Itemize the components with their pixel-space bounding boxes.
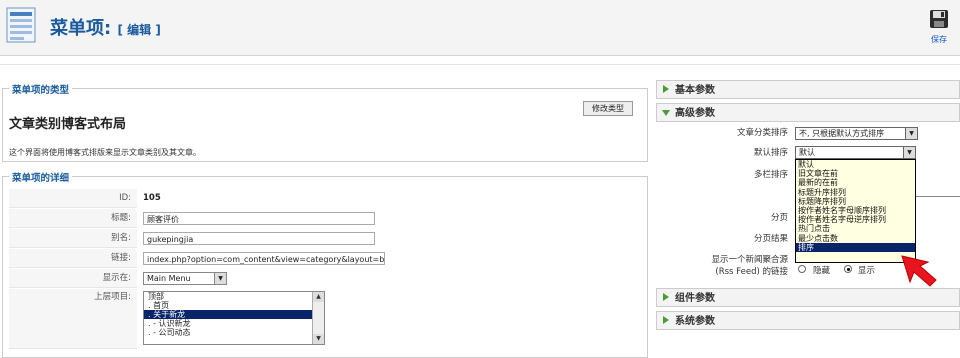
- panel-advanced-params-label: 高级参数: [675, 108, 715, 119]
- list-item[interactable]: . 首页: [144, 301, 324, 310]
- link-label: 链接:: [9, 249, 137, 268]
- link-input[interactable]: index.php?option=com_content&view=catego…: [143, 252, 385, 265]
- chevron-down-icon: ▼: [905, 128, 917, 139]
- collapse-triangle-icon: [662, 110, 670, 116]
- panel-system-params-label: 系统参数: [675, 316, 715, 327]
- save-icon: [930, 10, 948, 28]
- dropdown-option[interactable]: 热门点击: [796, 224, 915, 233]
- default-order-label: 默认排序: [753, 148, 788, 158]
- panel-basic-params[interactable]: 基本参数: [656, 80, 960, 99]
- dropdown-option[interactable]: 标题降序排列: [796, 197, 915, 206]
- title-input[interactable]: 顾客评价: [143, 212, 375, 225]
- rss-hide-radio[interactable]: [798, 265, 806, 273]
- menu-type-name: 文章类别博客式布局: [9, 117, 127, 132]
- rss-show-radio[interactable]: [844, 265, 852, 273]
- change-type-button[interactable]: 修改类型: [583, 101, 633, 116]
- toolbar-header: 菜单项: [ 编辑 ] 保存: [0, 0, 960, 56]
- list-item[interactable]: 顶部: [144, 292, 324, 301]
- chevron-down-icon: ▼: [903, 147, 915, 158]
- save-label: 保存: [931, 35, 947, 44]
- rss-hide-label: 隐藏: [813, 266, 831, 276]
- red-arrow-pointer-icon: [901, 255, 937, 287]
- expand-triangle-icon: [663, 85, 669, 93]
- parent-listbox[interactable]: 顶部 . 首页 . 关于新龙 . - 认识新龙 . - 公司动态 ▲ ▼: [143, 291, 325, 345]
- rss-label-line2: (Rss Feed) 的链接: [715, 267, 788, 277]
- category-order-label: 文章分类排序: [736, 128, 788, 138]
- expand-triangle-icon: [663, 316, 669, 324]
- alias-label: 别名:: [9, 229, 137, 248]
- rss-label-line1: 显示一个新闻聚合源: [711, 255, 788, 265]
- category-order-value: 不, 只根据默认方式排序: [799, 129, 885, 138]
- menu-type-legend: 菜单项的类型: [9, 82, 73, 96]
- default-order-dropdown[interactable]: 默认 旧文章在前 最新的在前 标题升序排列 标题降序排列 按作者姓名字母顺序排列…: [795, 159, 916, 263]
- row-id: ID: 105: [9, 189, 639, 209]
- chevron-down-icon: ▼: [214, 273, 226, 284]
- pagination-results-label: 分页结果: [753, 234, 788, 244]
- pagination-label: 分页: [770, 213, 788, 223]
- scroll-down-icon[interactable]: ▼: [313, 334, 324, 344]
- title-label: 标题:: [9, 209, 137, 228]
- save-button[interactable]: 保存: [924, 8, 954, 50]
- category-order-select[interactable]: 不, 只根据默认方式排序 ▼: [795, 127, 918, 140]
- expand-triangle-icon: [663, 293, 669, 301]
- menu-details-legend: 菜单项的详细: [9, 170, 73, 184]
- listbox-scrollbar[interactable]: ▲ ▼: [312, 292, 324, 344]
- menu-details-section: 菜单项的详细 ID: 105 标题: 顾客评价 别名: gukepingjia …: [2, 170, 648, 358]
- panel-advanced-params[interactable]: 高级参数: [656, 103, 960, 122]
- rss-show-label: 显示: [858, 266, 876, 276]
- dropdown-option[interactable]: 默认: [796, 160, 915, 169]
- id-label: ID:: [9, 189, 137, 208]
- dropdown-option[interactable]: 按作者姓名字母顺序排列: [796, 206, 915, 215]
- menu-type-description: 这个界面将使用博客式排版来显示文章类别及其文章。: [9, 148, 201, 157]
- row-display-in: 显示在: Main Menu ▼: [9, 269, 639, 289]
- list-item[interactable]: . - 公司动态: [144, 328, 324, 337]
- panel-basic-params-label: 基本参数: [675, 85, 715, 96]
- row-link: 链接: index.php?option=com_content&view=ca…: [9, 249, 639, 269]
- divider: [0, 64, 960, 65]
- dropdown-option-highlighted[interactable]: 排序: [796, 242, 915, 252]
- dropdown-option[interactable]: 最少点击数: [796, 234, 915, 243]
- page-title-text: 菜单项:: [50, 18, 112, 39]
- page-subtitle: [ 编辑 ]: [117, 23, 161, 37]
- page-title: 菜单项: [ 编辑 ]: [50, 14, 161, 40]
- parent-label: 上层项目:: [9, 289, 137, 349]
- multi-col-order-label: 多栏排序: [753, 170, 788, 180]
- dropdown-option[interactable]: 标题升序排列: [796, 188, 915, 197]
- display-in-value: Main Menu: [147, 274, 191, 283]
- row-parent: 上层项目: 顶部 . 首页 . 关于新龙 . - 认识新龙 . - 公司动态 ▲…: [9, 289, 639, 349]
- display-in-select[interactable]: Main Menu ▼: [143, 272, 227, 285]
- row-title: 标题: 顾客评价: [9, 209, 639, 229]
- panel-component-params-label: 组件参数: [675, 293, 715, 304]
- panel-component-params[interactable]: 组件参数: [656, 288, 960, 307]
- display-in-label: 显示在:: [9, 269, 137, 288]
- dropdown-option[interactable]: 旧文章在前: [796, 169, 915, 178]
- scroll-up-icon[interactable]: ▲: [313, 292, 324, 302]
- default-order-select[interactable]: 默认 ▼: [795, 146, 916, 159]
- covered-field-edge: [916, 196, 960, 197]
- menu-list-icon: [6, 7, 36, 43]
- row-alias: 别名: gukepingjia: [9, 229, 639, 249]
- menu-type-section: 菜单项的类型 修改类型 文章类别博客式布局 这个界面将使用博客式排版来显示文章类…: [2, 82, 648, 162]
- list-item-selected[interactable]: . 关于新龙: [144, 310, 324, 319]
- dropdown-option[interactable]: 最新的在前: [796, 178, 915, 187]
- id-value: 105: [143, 193, 161, 203]
- dropdown-option[interactable]: 按作者姓名字母逆序排列: [796, 215, 915, 224]
- default-order-value: 默认: [799, 148, 815, 157]
- panel-system-params[interactable]: 系统参数: [656, 311, 960, 330]
- alias-input[interactable]: gukepingjia: [143, 232, 375, 245]
- list-item[interactable]: . - 认识新龙: [144, 319, 324, 328]
